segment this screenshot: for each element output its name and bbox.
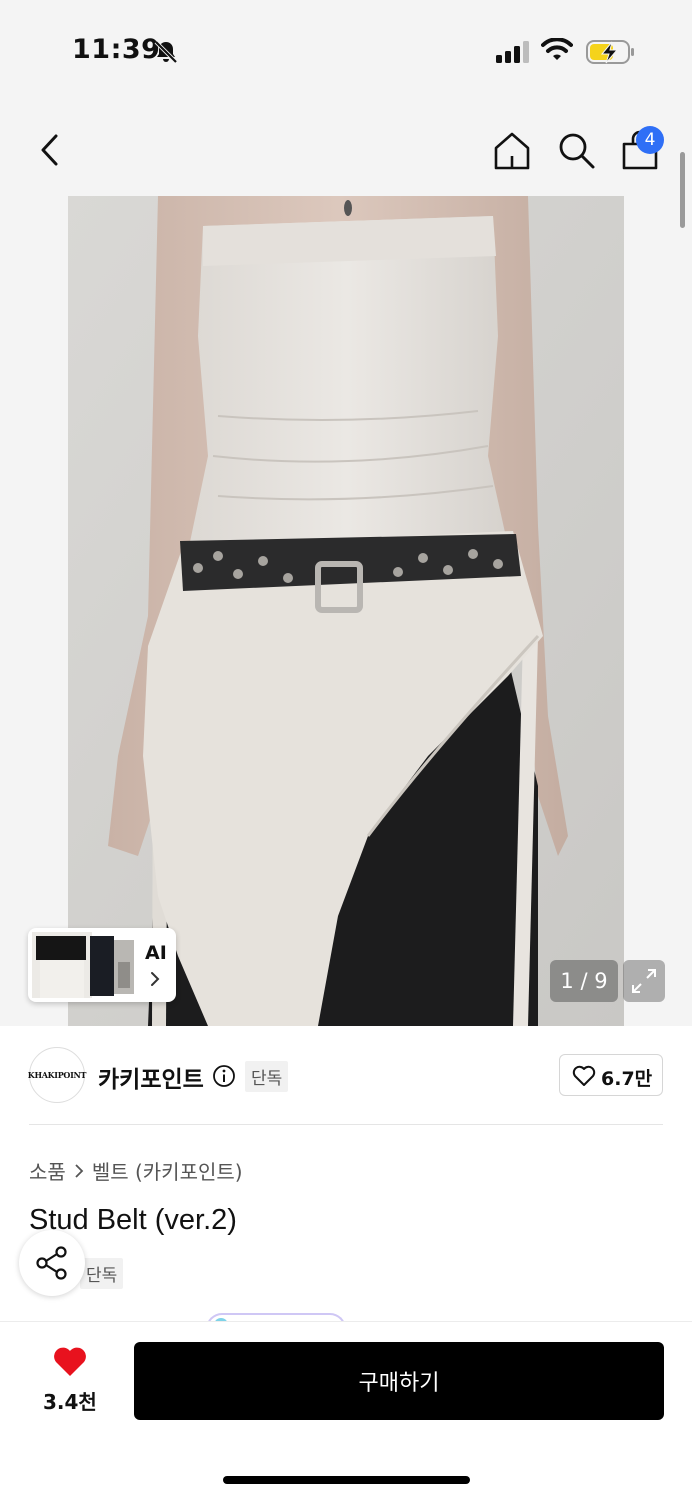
wifi-icon [541, 38, 573, 60]
status-bar: 11:39 [0, 0, 692, 100]
exclusive-tag: 단독 [245, 1061, 289, 1092]
home-indicator [223, 1476, 470, 1484]
brand-logo-text: KHAKIPOINT [27, 1070, 87, 1080]
battery-charging-icon [586, 40, 634, 64]
top-nav [0, 110, 692, 190]
breadcrumb-item[interactable]: 벨트 (카키포인트) [92, 1156, 243, 1185]
image-page-counter: 1 / 9 [550, 960, 618, 1002]
divider [29, 1124, 663, 1125]
back-icon[interactable] [34, 132, 66, 168]
heart-filled-icon[interactable] [52, 1346, 88, 1378]
product-photo [68, 196, 624, 1026]
share-button[interactable] [19, 1230, 85, 1296]
brand-logo[interactable]: KHAKIPOINT [27, 1047, 87, 1103]
breadcrumb-item[interactable]: 소품 [29, 1156, 66, 1185]
bell-slash-icon [154, 40, 178, 64]
breadcrumb: 소품 벨트 (카키포인트) [29, 1156, 243, 1185]
scrollbar[interactable] [680, 152, 685, 228]
expand-icon [632, 969, 656, 993]
signal-icon [496, 41, 529, 63]
bottom-action-bar: 3.4천 구매하기 [0, 1321, 692, 1500]
exclusive-tag: 단독 [80, 1258, 124, 1289]
status-time: 11:39 [72, 34, 161, 65]
brand-like-count: 6.7만 [601, 1068, 653, 1090]
search-icon[interactable] [556, 130, 596, 170]
home-icon[interactable] [491, 130, 533, 172]
chevron-right-icon [151, 972, 160, 986]
ai-label: AI [145, 942, 167, 964]
heart-outline-icon [572, 1065, 596, 1086]
product-info-panel: KHAKIPOINT 카키포인트 단독 6.7만 소품 벨트 (카키포인트) S… [0, 1026, 692, 1329]
wish-count: 3.4천 [43, 1390, 97, 1414]
info-icon[interactable] [212, 1064, 236, 1088]
similar-items-thumbnails [32, 932, 134, 998]
chevron-right-icon [75, 1163, 84, 1178]
brand-name[interactable]: 카키포인트 [98, 1060, 204, 1094]
product-image[interactable] [68, 196, 624, 1026]
buy-button[interactable]: 구매하기 [134, 1342, 664, 1420]
expand-image-button[interactable] [623, 960, 665, 1002]
share-icon [36, 1246, 67, 1280]
ai-similar-items-button[interactable]: AI [28, 928, 176, 1002]
cart-count-badge: 4 [636, 126, 664, 154]
brand-like-button[interactable]: 6.7만 [559, 1054, 663, 1096]
